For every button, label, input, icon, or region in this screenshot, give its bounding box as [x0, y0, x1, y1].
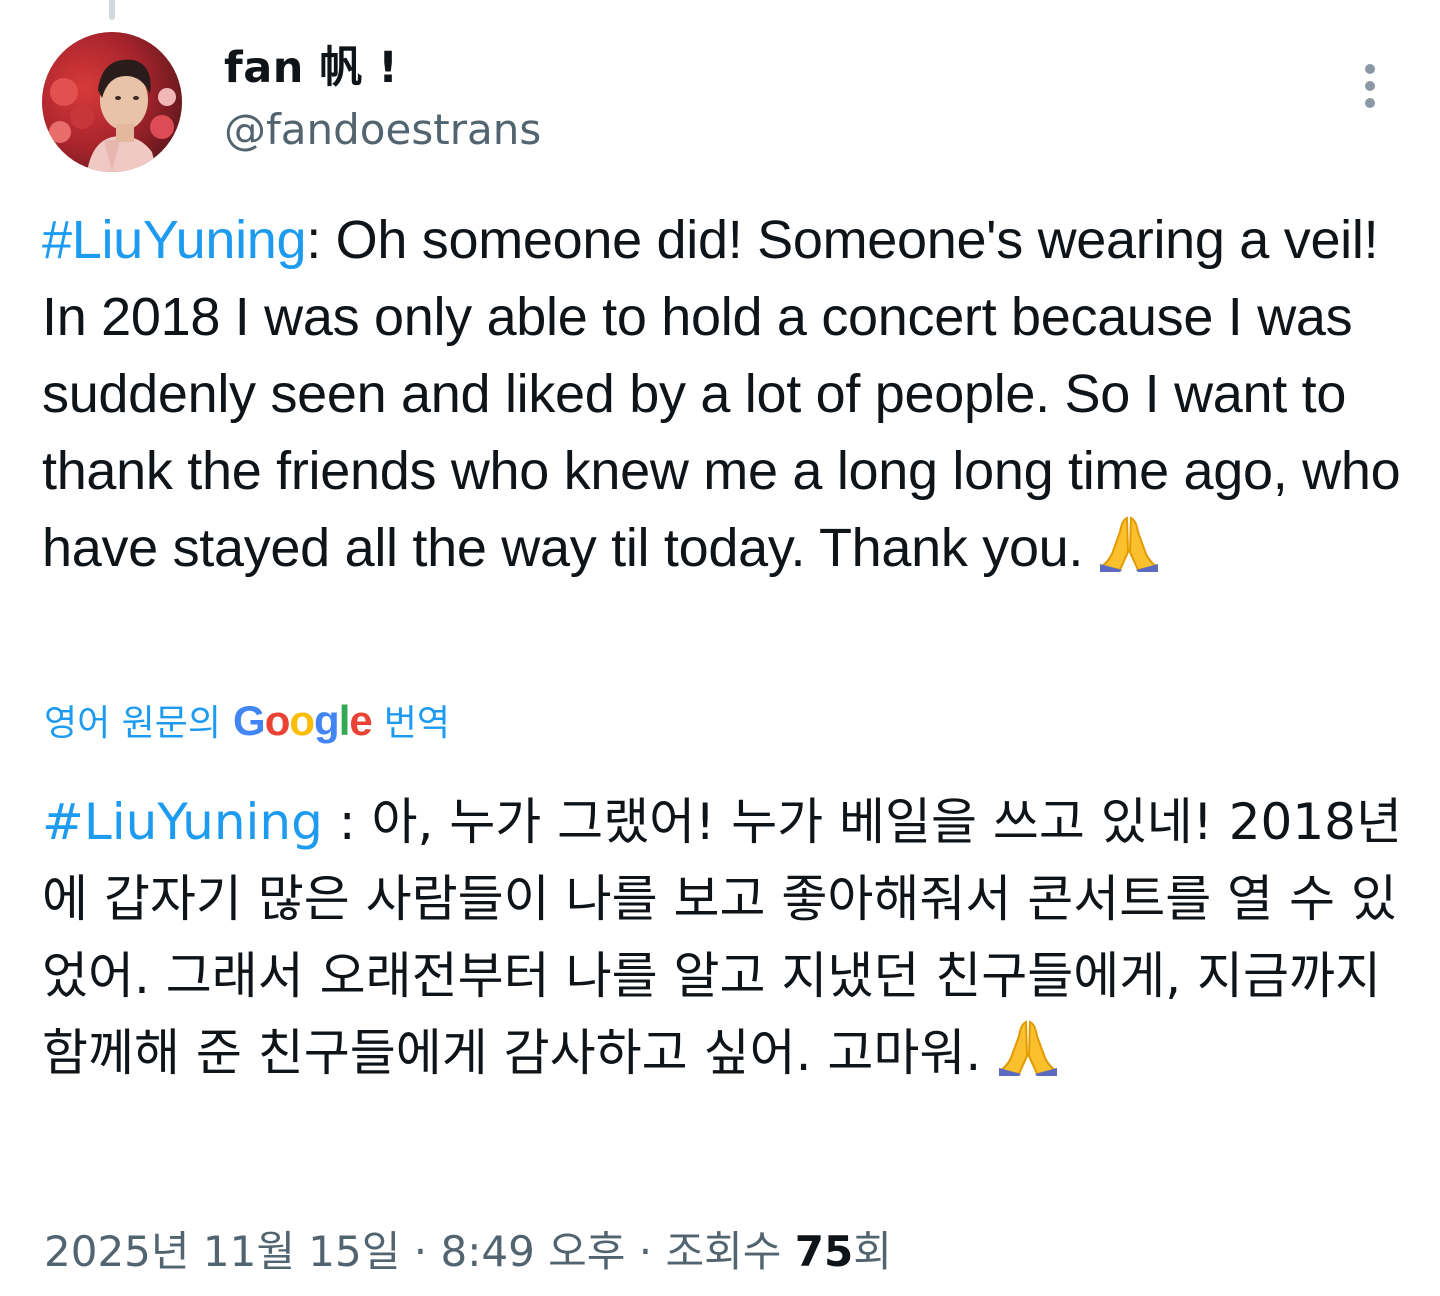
views-suffix: 회 [853, 1227, 892, 1276]
meta-separator: · [638, 1227, 653, 1276]
folded-hands-icon [1098, 514, 1160, 593]
more-vertical-icon-dot [1365, 81, 1375, 91]
tweet-date[interactable]: 2025년 11월 15일 [44, 1227, 400, 1276]
tweet-meta: 2025년 11월 15일 · 8:49 오후 · 조회수 75회 [44, 1222, 892, 1282]
more-vertical-icon-dot [1365, 98, 1375, 108]
hashtag-link[interactable]: #LiuYuning [42, 210, 307, 270]
tweet-detail: fan 帆 ! @fandoestrans #LiuYuning: Oh som… [0, 0, 1440, 1296]
translate-suffix: 번역 [383, 703, 450, 744]
author-handle[interactable]: @fandoestrans [224, 102, 541, 158]
folded-hands-icon [997, 1018, 1059, 1098]
translated-text: #LiuYuning : 아, 누가 그랬어! 누가 베일을 쓰고 있네! 20… [42, 784, 1412, 1098]
views-count: 75 [794, 1227, 854, 1276]
tweet-time[interactable]: 8:49 오후 [440, 1227, 625, 1276]
tweet-text: #LiuYuning: Oh someone did! Someone's we… [42, 202, 1412, 593]
thread-connector-line [109, 0, 115, 20]
translated-hashtag-link[interactable]: #LiuYuning [42, 793, 323, 851]
more-options-button[interactable] [1345, 56, 1395, 116]
more-vertical-icon [1365, 64, 1375, 74]
meta-separator: · [413, 1227, 428, 1276]
author-display-name[interactable]: fan 帆 ! [224, 40, 398, 96]
translate-link[interactable]: 영어 원문의 Google 번역 [44, 694, 450, 751]
avatar[interactable] [42, 32, 182, 172]
google-logo: Google [233, 697, 373, 744]
translate-prefix: 영어 원문의 [44, 703, 222, 744]
views-label: 조회수 [665, 1227, 782, 1276]
profile-photo-icon [42, 32, 182, 172]
